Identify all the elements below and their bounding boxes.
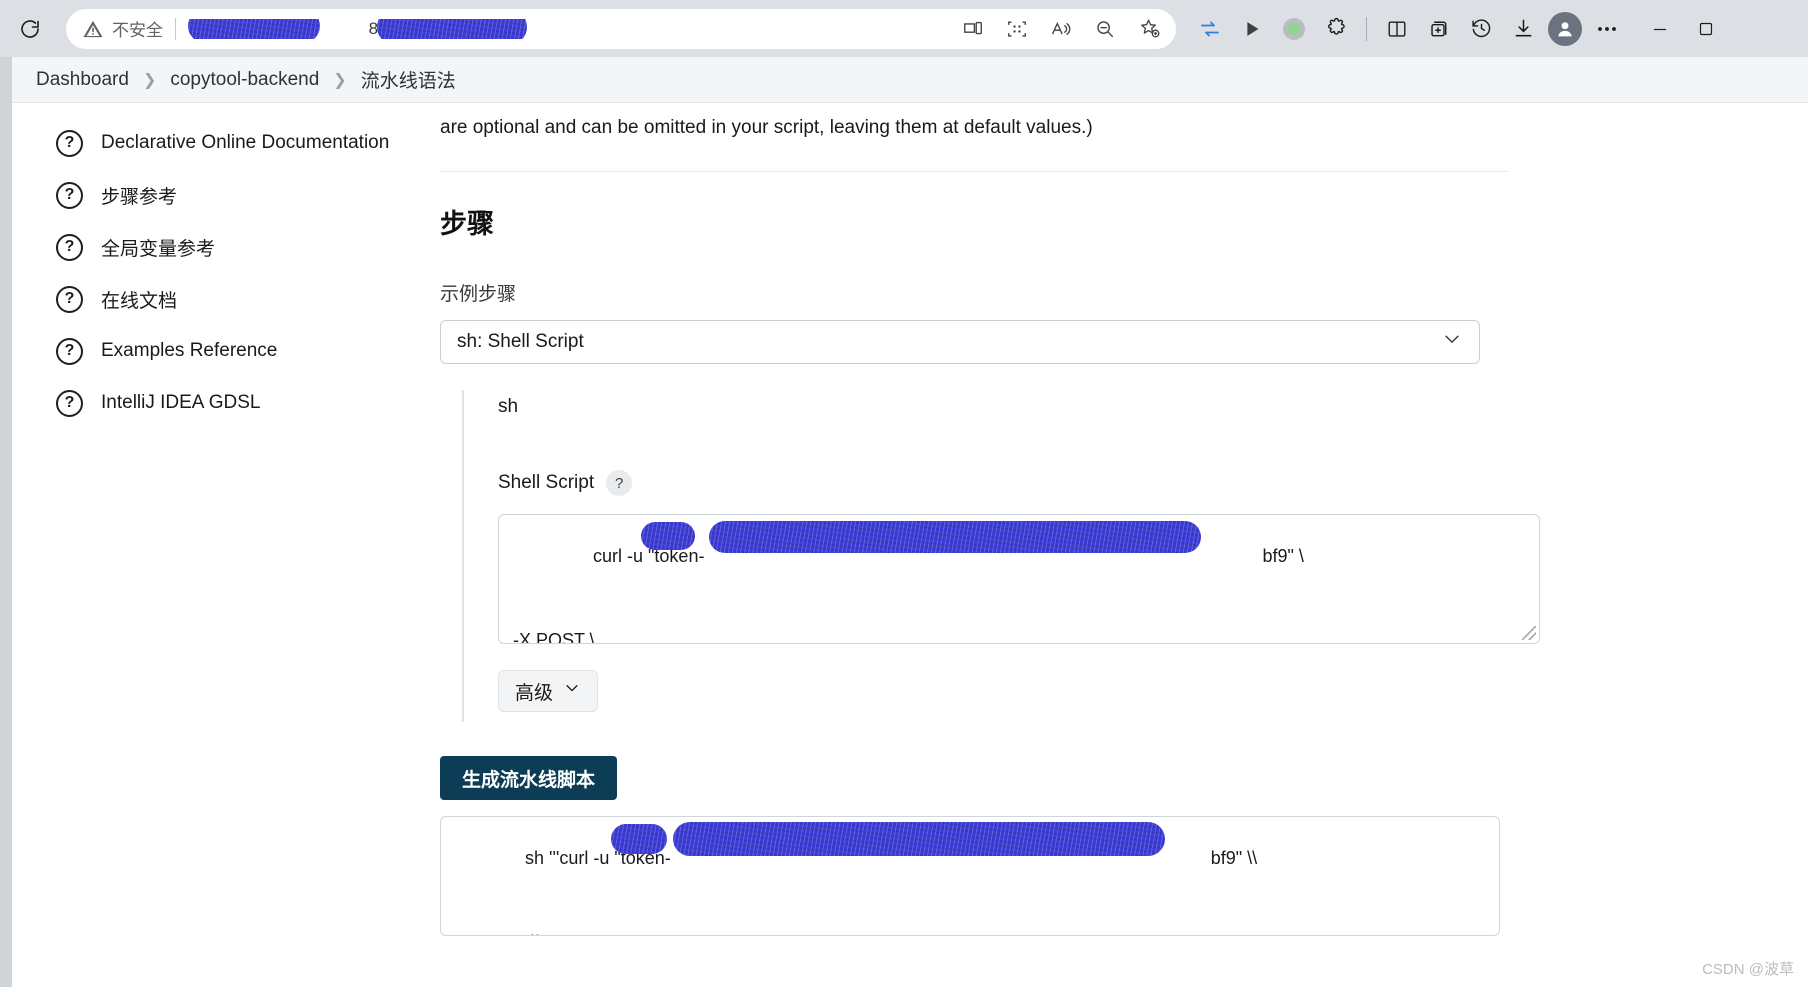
step-select-value: sh: Shell Script xyxy=(457,331,584,352)
read-aloud-icon[interactable] xyxy=(1040,11,1082,47)
window-left-edge xyxy=(0,57,12,987)
status-dot-icon[interactable] xyxy=(1274,9,1314,49)
breadcrumb-separator: ❯ xyxy=(142,71,157,89)
minimize-button[interactable] xyxy=(1637,9,1683,49)
intro-paragraph: are optional and can be omitted in your … xyxy=(440,117,1093,138)
sidebar-item-steps-reference[interactable]: ? 步骤参考 xyxy=(12,169,440,221)
browser-actions xyxy=(1190,9,1627,49)
cast-device-icon[interactable] xyxy=(952,11,994,47)
textarea-resize-handle[interactable] xyxy=(1522,626,1536,640)
sidebar-item-declarative-online-documentation[interactable]: ? Declarative Online Documentation xyxy=(12,117,440,169)
watermark: CSDN @波草 xyxy=(1702,961,1794,978)
sidebar-item-label: Declarative Online Documentation xyxy=(101,132,390,153)
collections-add-icon[interactable] xyxy=(1419,9,1459,49)
step-select[interactable]: sh: Shell Script xyxy=(440,320,1480,364)
window-controls xyxy=(1637,9,1775,49)
section-divider xyxy=(440,171,1508,172)
more-settings-icon[interactable] xyxy=(1587,9,1627,49)
warning-triangle-icon xyxy=(83,20,103,37)
sample-step-label: 示例步骤 xyxy=(440,284,517,305)
maximize-button[interactable] xyxy=(1683,9,1729,49)
breadcrumb-separator: ❯ xyxy=(333,71,347,89)
extensions-icon[interactable] xyxy=(1316,9,1356,49)
step-parameters-panel: sh Shell Script ? curl -u "token-xxxxxxx… xyxy=(462,390,1540,722)
breadcrumb-item-project[interactable]: copytool-backend xyxy=(170,69,319,91)
advanced-button[interactable]: 高级 xyxy=(498,670,598,712)
script-line: curl -u "token-xxxxxxxxxxxxxxxxxxxxxxxxx… xyxy=(513,521,1525,630)
sidebar-item-label: IntelliJ IDEA GDSL xyxy=(101,392,261,413)
sidebar-item-intellij-idea-gdsl[interactable]: ? IntelliJ IDEA GDSL xyxy=(12,377,440,429)
output-line-text: sh '''curl -u "token- xyxy=(525,848,671,868)
sidebar-item-online-docs[interactable]: ? 在线文档 xyxy=(12,273,440,325)
url-text[interactable]: xxxxxxxxxxxxxxxxxxxxx8080/job xyxy=(188,18,952,39)
security-indicator[interactable]: 不安全 xyxy=(82,16,163,41)
downloads-icon[interactable] xyxy=(1503,9,1543,49)
output-line-suffix: bf9" \\ xyxy=(1210,848,1258,868)
zoom-out-icon[interactable] xyxy=(1084,11,1126,47)
breadcrumb: Dashboard ❯ copytool-backend ❯ 流水线语法 xyxy=(12,57,1808,103)
page-body: Dashboard ❯ copytool-backend ❯ 流水线语法 ? D… xyxy=(0,57,1808,987)
add-favorite-icon[interactable] xyxy=(1128,11,1170,47)
reload-icon[interactable] xyxy=(10,9,50,49)
help-icon[interactable]: ? xyxy=(606,470,633,496)
step-name: sh xyxy=(498,396,519,417)
shell-script-label: Shell Script xyxy=(498,472,595,493)
output-line: -X POST \\ xyxy=(455,932,1485,935)
script-line-suffix: bf9" \ xyxy=(1262,546,1304,566)
sync-swap-icon[interactable] xyxy=(1190,9,1230,49)
chevron-down-icon xyxy=(563,679,581,703)
sidebar-item-label: 全局变量参考 xyxy=(101,238,216,260)
omnibox-actions xyxy=(952,11,1170,47)
page-title: 步骤 xyxy=(440,209,494,239)
sidebar-item-label: 在线文档 xyxy=(101,290,178,312)
omnibox-divider xyxy=(175,17,176,40)
app-grid-icon[interactable] xyxy=(996,11,1038,47)
advanced-button-label: 高级 xyxy=(514,682,553,704)
browser-toolbar: 不安全 xxxxxxxxxxxxxxxxxxxxx8080/job xyxy=(0,0,1808,57)
address-bar[interactable]: 不安全 xxxxxxxxxxxxxxxxxxxxx8080/job xyxy=(66,8,1176,49)
sidebar-item-label: 步骤参考 xyxy=(101,186,178,208)
main-content: are optional and can be omitted in your … xyxy=(440,103,1808,987)
output-line: sh '''curl -u "token-xxxxxxxxxxxxxxxxxxx… xyxy=(455,822,1485,932)
sidebar-item-label: Examples Reference xyxy=(101,340,278,361)
help-circle-icon: ? xyxy=(56,233,83,261)
script-line: -X POST \ xyxy=(513,630,595,644)
split-screen-icon[interactable] xyxy=(1377,9,1417,49)
breadcrumb-item-dashboard[interactable]: Dashboard xyxy=(36,69,129,91)
breadcrumb-item-current: 流水线语法 xyxy=(360,71,456,92)
script-line-text: curl -u "token- xyxy=(593,546,705,566)
generated-script-output[interactable]: sh '''curl -u "token-xxxxxxxxxxxxxxxxxxx… xyxy=(440,816,1500,936)
url-visible-fragment: 8080/job xyxy=(368,18,435,38)
help-circle-icon: ? xyxy=(56,337,83,365)
sidebar-item-examples-reference[interactable]: ? Examples Reference xyxy=(12,325,440,377)
chevron-down-icon xyxy=(1441,328,1463,356)
generate-pipeline-script-button[interactable]: 生成流水线脚本 xyxy=(440,756,618,800)
sidebar-item-global-variables-reference[interactable]: ? 全局变量参考 xyxy=(12,221,440,273)
security-label: 不安全 xyxy=(112,21,163,40)
help-circle-icon: ? xyxy=(56,129,83,157)
toolbar-divider xyxy=(1366,16,1367,41)
history-icon[interactable] xyxy=(1461,9,1501,49)
help-circle-icon: ? xyxy=(56,181,83,209)
help-circle-icon: ? xyxy=(56,285,83,313)
shell-script-input[interactable]: curl -u "token-xxxxxxxxxxxxxxxxxxxxxxxxx… xyxy=(498,514,1540,644)
help-circle-icon: ? xyxy=(56,389,83,417)
profile-icon[interactable] xyxy=(1545,9,1585,49)
play-icon[interactable] xyxy=(1232,9,1272,49)
shell-script-label-row: Shell Script ? xyxy=(498,470,1522,496)
sidebar-nav: ? Declarative Online Documentation ? 步骤参… xyxy=(12,103,440,987)
